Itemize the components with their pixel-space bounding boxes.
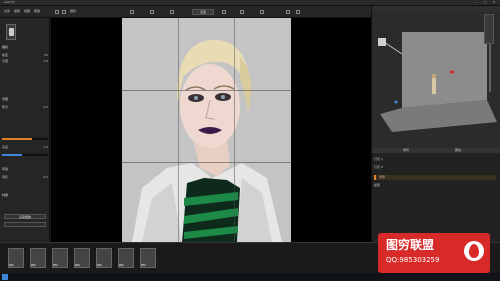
camera-icon	[9, 28, 14, 36]
tab-scene[interactable]: 场景	[386, 148, 426, 153]
menu-help[interactable]: 帮助	[34, 10, 40, 13]
scene-nav-widget[interactable]	[484, 14, 494, 44]
settings-icon[interactable]	[222, 10, 226, 14]
menu-edit[interactable]: 编辑	[14, 10, 20, 13]
row-light-1[interactable]: 灯光 1	[374, 158, 496, 162]
thumbnail[interactable]: 模型5	[96, 248, 112, 268]
rotate-icon[interactable]	[62, 10, 66, 14]
taskbar	[0, 273, 500, 281]
thumbnail[interactable]: 模型3	[52, 248, 68, 268]
section-environment[interactable]: 环境	[2, 168, 48, 172]
menu-view[interactable]: 视图	[24, 10, 30, 13]
portrait-render	[132, 39, 282, 242]
row-background[interactable]: 背景	[374, 175, 496, 180]
move-icon[interactable]	[55, 10, 59, 14]
redo-icon[interactable]	[296, 10, 300, 14]
guide-horizontal-bottom	[122, 162, 291, 163]
shadow-value[interactable]: 0.5	[43, 176, 48, 179]
guide-vertical-left	[178, 18, 179, 242]
thumbnail[interactable]: 模型6	[118, 248, 134, 268]
right-panel-tabs: 场景 属性	[372, 148, 500, 153]
scene-3d-view[interactable]	[372, 12, 500, 148]
aperture-value[interactable]: 2.8	[43, 60, 48, 63]
row-shadow: 阴影 0.5	[2, 176, 48, 180]
share-icon[interactable]	[240, 10, 244, 14]
background-label: 背景	[379, 175, 386, 179]
camera-preview[interactable]	[6, 24, 16, 40]
guide-vertical-right	[234, 18, 235, 242]
thumbnail-label: 模型6	[119, 265, 125, 267]
light-icon[interactable]	[150, 10, 154, 14]
flame-shape	[469, 244, 479, 258]
focal-length-value[interactable]: 50	[44, 54, 48, 57]
grid-icon[interactable]	[130, 10, 134, 14]
minimize-button[interactable]: —	[474, 1, 480, 5]
row-focal-length: 焦距 50	[2, 54, 48, 58]
maximize-button[interactable]: □	[482, 1, 488, 5]
thumbnail-label: 模型7	[141, 265, 147, 267]
brightness-slider[interactable]	[2, 154, 48, 156]
menu-file[interactable]: 文件	[4, 10, 10, 13]
thumbnail-label: 模型4	[75, 265, 81, 267]
render-image-button[interactable]: 渲染图像	[4, 214, 46, 219]
aperture-label: 光圈	[2, 59, 9, 63]
thumbnail-label: 模型1	[9, 265, 15, 267]
thumbnail-label: 模型5	[97, 265, 103, 267]
window-title: pixlr3d	[4, 0, 15, 4]
tab-properties[interactable]: 属性	[438, 148, 478, 153]
row-model[interactable]: 模型	[374, 184, 496, 188]
row-light-2[interactable]: 灯光 2	[374, 166, 496, 170]
thumbnail[interactable]: 模型1	[8, 248, 24, 268]
scene-illustration	[372, 12, 500, 148]
render-button[interactable]: 渲染	[192, 9, 214, 15]
exposure-slider[interactable]	[2, 138, 48, 140]
guide-horizontal-top	[122, 90, 291, 91]
export-icon[interactable]	[260, 10, 264, 14]
exposure-label: 曝光	[2, 105, 9, 109]
row-brightness: 亮度 1.0	[2, 146, 48, 150]
slider-fill	[2, 138, 32, 140]
thumbnail[interactable]: 模型4	[74, 248, 90, 268]
left-panel: 相机 焦距 50 光圈 2.8 光照 曝光 0.0 亮度 1.0 环境 阴影 0…	[0, 18, 50, 242]
frame-icon[interactable]	[170, 10, 174, 14]
undo-icon[interactable]	[286, 10, 290, 14]
brand-name: 图穷联盟	[386, 238, 435, 252]
viewport[interactable]	[51, 18, 371, 242]
focal-length-label: 焦距	[2, 53, 9, 57]
start-icon[interactable]	[2, 274, 8, 280]
thumbnail[interactable]: 模型2	[30, 248, 46, 268]
row-exposure: 曝光 0.0	[2, 106, 48, 110]
shadow-label: 阴影	[2, 175, 9, 179]
section-lighting[interactable]: 光照	[2, 98, 48, 102]
brand-watermark: 图穷联盟 QQ:985303259	[378, 233, 490, 273]
section-camera[interactable]: 相机	[2, 46, 48, 50]
camera-label: 相机	[70, 9, 77, 13]
render-canvas[interactable]	[122, 18, 291, 242]
thumbnail[interactable]: 模型7	[140, 248, 156, 268]
section-material[interactable]: 材质	[2, 194, 48, 198]
brand-qq: QQ:985303259	[386, 256, 440, 264]
brightness-value[interactable]: 1.0	[43, 146, 48, 149]
close-button[interactable]: ✕	[491, 1, 497, 5]
flame-icon	[464, 241, 484, 261]
exposure-value[interactable]: 0.0	[43, 106, 48, 109]
row-aperture: 光圈 2.8	[2, 60, 48, 64]
thumbnail-label: 模型3	[53, 265, 59, 267]
thumbnail-label: 模型2	[31, 265, 37, 267]
secondary-button[interactable]	[4, 222, 46, 227]
brightness-label: 亮度	[2, 145, 9, 149]
slider-fill	[2, 154, 22, 156]
right-panel: 场景 属性 灯光 1 灯光 2 背景 模型	[371, 6, 500, 242]
